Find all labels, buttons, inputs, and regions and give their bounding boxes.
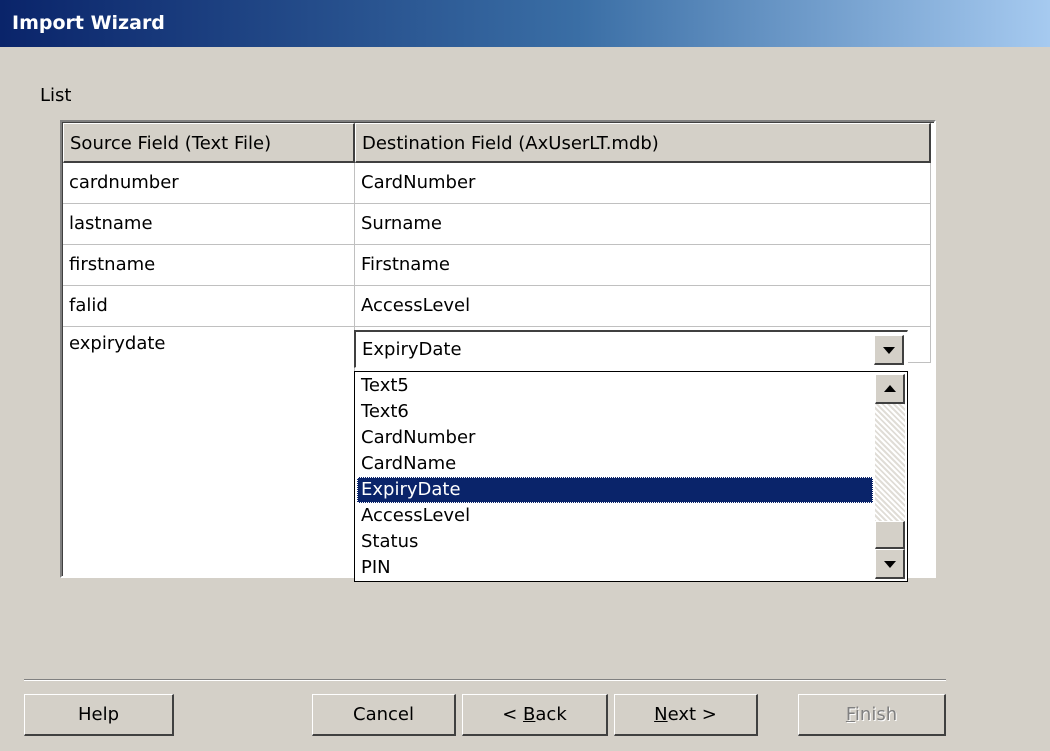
- next-label-mnemonic: N: [654, 704, 668, 725]
- source-cell[interactable]: firstname: [63, 245, 355, 286]
- next-label-rest: ext >: [667, 704, 717, 725]
- back-button[interactable]: < Back: [462, 694, 608, 736]
- header-source-field[interactable]: Source Field (Text File): [63, 123, 355, 163]
- finish-label-mnemonic: F: [845, 704, 855, 725]
- source-cell[interactable]: cardnumber: [63, 163, 355, 204]
- dropdown-option[interactable]: CardName: [357, 451, 873, 477]
- finish-label-rest: inish: [854, 704, 898, 725]
- source-cell[interactable]: lastname: [63, 204, 355, 245]
- header-destination-field[interactable]: Destination Field (AxUserLT.mdb): [355, 123, 931, 163]
- scroll-thumb[interactable]: [875, 521, 905, 549]
- back-label-rest: ack: [535, 704, 567, 725]
- scroll-down-button[interactable]: [875, 549, 905, 579]
- dropdown-option[interactable]: AccessLevel: [357, 503, 873, 529]
- dropdown-option[interactable]: Status: [357, 529, 873, 555]
- arrow-down-icon: [884, 561, 896, 568]
- button-separator: [24, 679, 946, 681]
- combo-value: ExpiryDate: [362, 339, 462, 360]
- help-button[interactable]: Help: [24, 694, 174, 736]
- source-cell[interactable]: expirydate: [63, 327, 355, 368]
- finish-button[interactable]: Finish: [798, 694, 946, 736]
- back-label-prefix: <: [502, 704, 524, 725]
- dropdown-option[interactable]: PIN: [357, 555, 873, 581]
- list-group-label: List: [40, 85, 72, 106]
- destination-cell[interactable]: CardNumber: [355, 163, 931, 204]
- destination-field-combo[interactable]: ExpiryDate: [354, 330, 908, 368]
- chevron-down-icon: [883, 347, 895, 354]
- next-button[interactable]: Next >: [614, 694, 758, 736]
- destination-field-dropdown-list[interactable]: Text5 Text6 CardNumber CardName ExpiryDa…: [354, 371, 908, 582]
- dropdown-option-selected[interactable]: ExpiryDate: [357, 477, 873, 503]
- destination-cell[interactable]: AccessLevel: [355, 286, 931, 327]
- arrow-up-icon: [884, 385, 896, 392]
- dropdown-option[interactable]: Text6: [357, 399, 873, 425]
- window-title: Import Wizard: [0, 0, 1050, 47]
- source-cell[interactable]: falid: [63, 286, 355, 327]
- dropdown-scrollbar[interactable]: [875, 374, 905, 579]
- combo-dropdown-button[interactable]: [874, 335, 904, 365]
- scroll-up-button[interactable]: [875, 374, 905, 404]
- back-label-mnemonic: B: [523, 704, 536, 725]
- cancel-button[interactable]: Cancel: [312, 694, 456, 736]
- destination-cell[interactable]: Surname: [355, 204, 931, 245]
- dropdown-option[interactable]: CardNumber: [357, 425, 873, 451]
- destination-cell[interactable]: Firstname: [355, 245, 931, 286]
- dropdown-option[interactable]: Text5: [357, 373, 873, 399]
